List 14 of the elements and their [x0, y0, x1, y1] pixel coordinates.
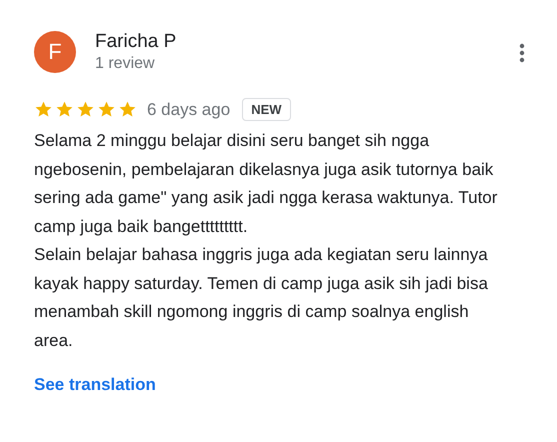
star-icon [55, 100, 74, 119]
review-date: 6 days ago [147, 100, 230, 120]
more-options-icon[interactable] [519, 43, 525, 63]
star-icon [34, 100, 53, 119]
star-icon [76, 100, 95, 119]
author-name[interactable]: Faricha P [95, 30, 519, 54]
review-text: Selama 2 minggu belajar disini seru banget sih ngga ngebosenin, pembelajaran dikelasnya juga asik tutornya baik sering ada game" yang asik jadi ngga kerasa waktunya. Tutor camp juga baik bangettttttttt. [34, 130, 498, 238]
star-icon [118, 100, 137, 119]
review-text: Selain belajar bahasa inggris juga ada kegiatan seru lainnya kayak happy saturday. Temen di camp juga asik sih jadi bisa menambah skill ngomong inggris di camp soalnya english area. [34, 244, 489, 352]
review-count: 1 review [95, 54, 156, 74]
new-badge: NEW [242, 98, 291, 121]
star-icon [97, 100, 116, 119]
see-translation-link[interactable]: See translation [34, 375, 156, 395]
avatar: F [34, 31, 76, 73]
